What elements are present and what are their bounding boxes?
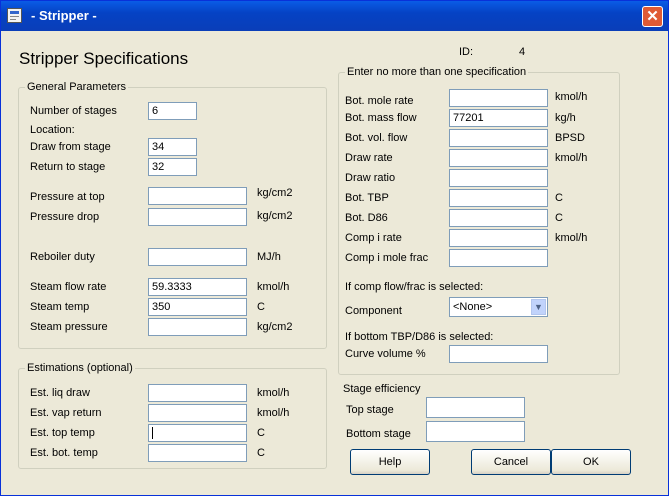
bot-mole-rate-unit: kmol/h	[555, 91, 588, 103]
pressure-drop-label: Pressure drop	[30, 211, 100, 223]
id-value: 4	[519, 46, 526, 58]
comp-rate-label: Comp i rate	[345, 232, 402, 244]
draw-from-stage-label: Draw from stage	[30, 141, 111, 153]
steam-temp-unit: C	[257, 301, 265, 313]
draw-ratio-label: Draw ratio	[345, 172, 396, 184]
est-liq-draw-unit: kmol/h	[257, 387, 290, 399]
bot-mass-flow-unit: kg/h	[555, 112, 576, 124]
est-liq-draw-input[interactable]	[148, 384, 247, 402]
est-bot-temp-label: Est. bot. temp	[30, 447, 98, 459]
steam-temp-label: Steam temp	[30, 301, 90, 313]
draw-from-stage-input[interactable]: 34	[148, 138, 197, 156]
specification-legend: Enter no more than one specification	[345, 66, 529, 78]
bot-vol-flow-unit: BPSD	[555, 132, 585, 144]
component-select[interactable]: <None> ▼	[449, 297, 548, 317]
reboiler-duty-label: Reboiler duty	[30, 251, 95, 263]
bot-mole-rate-label: Bot. mole rate	[345, 95, 414, 107]
bot-tbp-unit: C	[555, 192, 563, 204]
curve-volume-label: Curve volume %	[345, 348, 426, 360]
ok-button[interactable]: OK	[551, 449, 631, 475]
id-label: ID:	[459, 46, 474, 58]
draw-rate-input[interactable]	[449, 149, 548, 167]
comp-note: If comp flow/frac is selected:	[345, 281, 484, 293]
bot-tbp-label: Bot. TBP	[345, 192, 389, 204]
pressure-drop-unit: kg/cm2	[257, 210, 293, 222]
reboiler-duty-input[interactable]	[148, 248, 247, 266]
pressure-top-input[interactable]	[148, 187, 247, 205]
return-to-stage-input[interactable]: 32	[148, 158, 197, 176]
steam-temp-input[interactable]: 350	[148, 298, 247, 316]
pressure-drop-input[interactable]	[148, 208, 247, 226]
stripper-dialog: - Stripper - ✕ Stripper Specifications I…	[0, 0, 669, 496]
curve-volume-input[interactable]	[449, 345, 548, 363]
bot-mole-rate-input[interactable]	[449, 89, 548, 107]
est-vap-return-input[interactable]	[148, 404, 247, 422]
bottom-stage-label: Bottom stage	[346, 428, 411, 440]
comp-mole-frac-label: Comp i mole frac	[345, 252, 429, 264]
text-caret	[152, 427, 153, 440]
steam-flow-unit: kmol/h	[257, 281, 290, 293]
steam-flow-label: Steam flow rate	[30, 281, 107, 293]
steam-pressure-label: Steam pressure	[30, 321, 108, 333]
bot-d86-input[interactable]	[449, 209, 548, 227]
page-title: Stripper Specifications	[19, 49, 189, 68]
pressure-top-unit: kg/cm2	[257, 187, 293, 199]
draw-ratio-input[interactable]	[449, 169, 548, 187]
est-top-temp-label: Est. top temp	[30, 427, 95, 439]
comp-mole-frac-input[interactable]	[449, 249, 548, 267]
steam-pressure-unit: kg/cm2	[257, 321, 293, 333]
pressure-top-label: Pressure at top	[30, 191, 105, 203]
comp-rate-input[interactable]	[449, 229, 548, 247]
est-vap-return-unit: kmol/h	[257, 407, 290, 419]
est-vap-return-label: Est. vap return	[30, 407, 102, 419]
general-parameters-legend: General Parameters	[25, 81, 129, 93]
help-button[interactable]: Help	[350, 449, 430, 475]
draw-rate-unit: kmol/h	[555, 152, 588, 164]
component-label: Component	[345, 305, 402, 317]
component-value: <None>	[453, 301, 493, 313]
draw-rate-label: Draw rate	[345, 152, 393, 164]
bot-vol-flow-label: Bot. vol. flow	[345, 132, 408, 144]
number-of-stages-input[interactable]: 6	[148, 102, 197, 120]
bot-d86-label: Bot. D86	[345, 212, 388, 224]
comp-rate-unit: kmol/h	[555, 232, 588, 244]
stage-efficiency-heading: Stage efficiency	[343, 383, 421, 395]
top-stage-input[interactable]	[426, 397, 525, 418]
bot-mass-flow-input[interactable]: 77201	[449, 109, 548, 127]
top-stage-label: Top stage	[346, 404, 394, 416]
reboiler-duty-unit: MJ/h	[257, 251, 281, 263]
bot-d86-unit: C	[555, 212, 563, 224]
location-label: Location:	[30, 124, 75, 136]
cancel-button[interactable]: Cancel	[471, 449, 551, 475]
est-bot-temp-unit: C	[257, 447, 265, 459]
est-bot-temp-input[interactable]	[148, 444, 247, 462]
bot-vol-flow-input[interactable]	[449, 129, 548, 147]
steam-pressure-input[interactable]	[148, 318, 247, 336]
bot-tbp-input[interactable]	[449, 189, 548, 207]
estimations-legend: Estimations (optional)	[25, 362, 135, 374]
title-bar[interactable]: - Stripper - ✕	[1, 1, 668, 31]
est-top-temp-input[interactable]	[148, 424, 247, 442]
steam-flow-input[interactable]: 59.3333	[148, 278, 247, 296]
return-to-stage-label: Return to stage	[30, 161, 106, 173]
est-liq-draw-label: Est. liq draw	[30, 387, 90, 399]
number-of-stages-label: Number of stages	[30, 105, 117, 117]
est-top-temp-unit: C	[257, 427, 265, 439]
chevron-down-icon[interactable]: ▼	[531, 299, 546, 315]
app-icon	[7, 8, 22, 23]
window-title: - Stripper -	[31, 8, 97, 23]
bottom-stage-input[interactable]	[426, 421, 525, 442]
bot-mass-flow-label: Bot. mass flow	[345, 112, 417, 124]
tbp-note: If bottom TBP/D86 is selected:	[345, 331, 494, 343]
close-icon[interactable]: ✕	[642, 6, 663, 27]
